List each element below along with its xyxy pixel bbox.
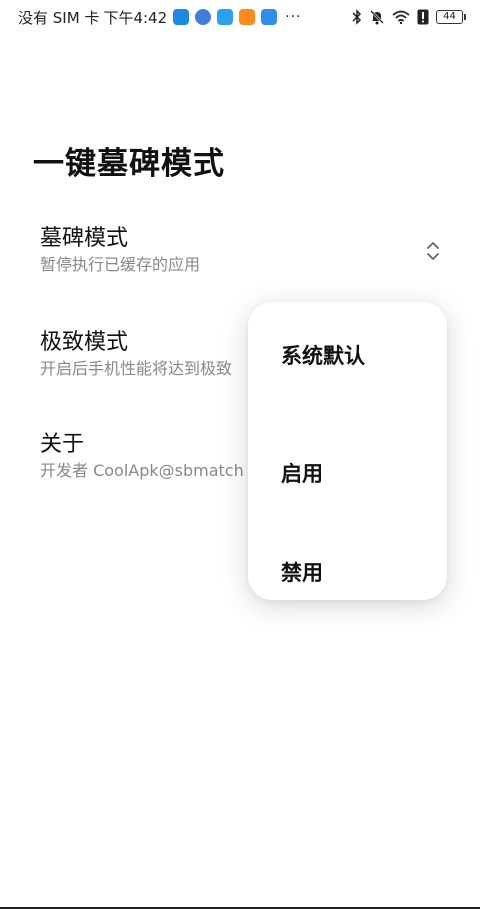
carrier-text: 没有 SIM 卡 [18,8,100,27]
notification-globe-icon [195,9,212,25]
chevron-up-down-icon[interactable] [425,238,441,264]
dropdown-option-system-default[interactable]: 系统默认 [248,324,447,386]
screen: 没有 SIM 卡 下午4:42 ··· 44 一键墓碑模式 墓碑模式 暂停执行已… [0,0,480,909]
status-bar: 没有 SIM 卡 下午4:42 ··· 44 [0,0,480,34]
setting-subtitle: 暂停执行已缓存的应用 [40,255,201,274]
status-right: 44 [352,9,466,25]
dropdown-option-disable[interactable]: 禁用 [248,522,447,621]
battery-tip [464,14,466,20]
dropdown-menu: 系统默认 启用 禁用 [248,302,447,600]
more-notifications-icon: ··· [285,9,302,25]
alert-icon [417,9,429,25]
notification-app-icon [173,9,190,25]
notification-mail-icon [217,9,234,25]
notification-cloud-icon [261,9,278,25]
dropdown-option-enable[interactable]: 启用 [248,423,447,522]
clock-text: 下午4:42 [103,8,168,27]
status-left: 没有 SIM 卡 下午4:42 ··· [18,7,301,28]
page-title: 一键墓碑模式 [33,146,225,182]
setting-tombstone-mode[interactable]: 墓碑模式 暂停执行已缓存的应用 [40,224,440,276]
bluetooth-icon [352,9,362,25]
battery-level: 44 [436,10,463,24]
mute-icon [370,10,384,25]
setting-title: 墓碑模式 [40,226,129,251]
wifi-icon [392,10,410,24]
notification-play-icon [239,9,256,25]
battery-icon: 44 [436,10,466,24]
